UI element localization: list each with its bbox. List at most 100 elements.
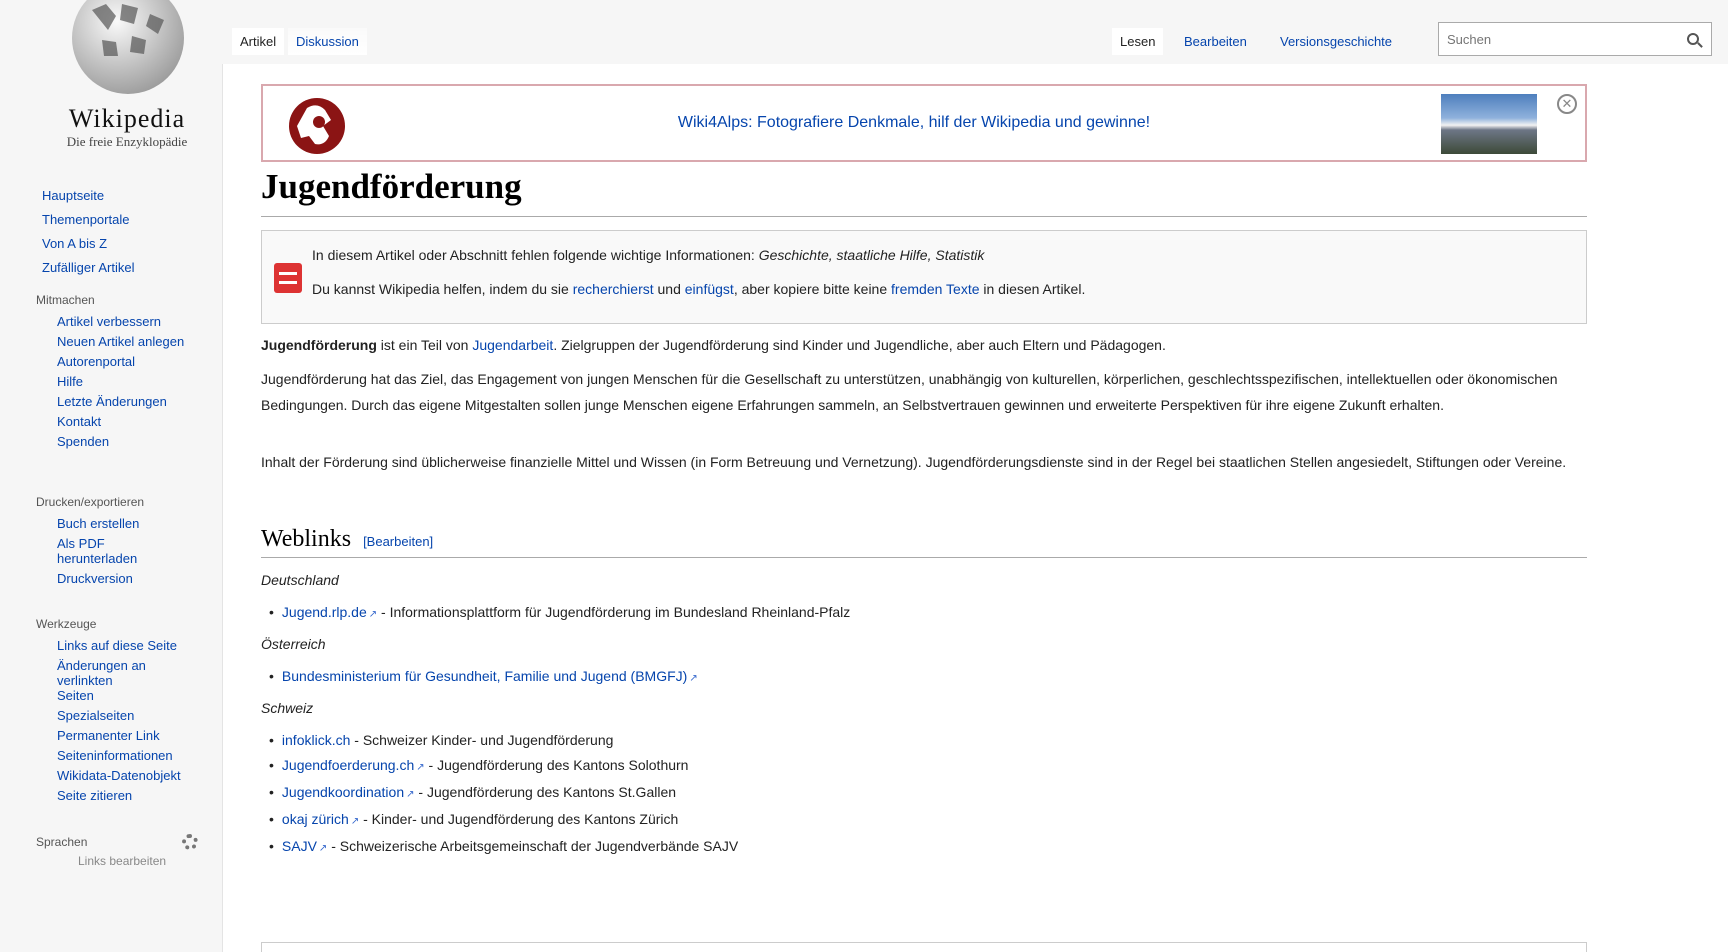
notice-text: In diesem Artikel oder Abschnitt fehlen … <box>312 247 759 263</box>
external-link-icon: ↗ <box>689 673 698 684</box>
page-header: Artikel Diskussion Lesen Bearbeiten Vers… <box>222 14 1728 64</box>
nav-item-druckversion[interactable]: Druckversion <box>12 571 222 586</box>
para-text: . Zielgruppen der Jugendförderung sind K… <box>553 337 1166 353</box>
gear-icon[interactable] <box>182 834 198 850</box>
links-bearbeiten-link[interactable]: Links bearbeiten <box>12 852 222 870</box>
nav-item-kontakt[interactable]: Kontakt <box>12 414 222 429</box>
weblink-desc: - Jugendförderung des Kantons St.Gallen <box>414 784 677 800</box>
fremden-texte-link[interactable]: fremden Texte <box>891 281 979 297</box>
intro-paragraph: Jugendförderung ist ein Teil von Jugenda… <box>261 332 1587 358</box>
search-input[interactable] <box>1439 24 1687 54</box>
nav-item-hauptseite[interactable]: Hauptseite <box>12 184 222 208</box>
nav-item-wikidata[interactable]: Wikidata-Datenobjekt <box>12 768 222 783</box>
weblink-desc: - Informationsplattform für Jugendförder… <box>377 604 851 620</box>
nav-item-permanenter-link[interactable]: Permanenter Link <box>12 728 222 743</box>
weblink[interactable]: infoklick.ch <box>282 732 350 748</box>
weblink[interactable]: Jugendfoerderung.ch <box>282 757 414 773</box>
list-item: okaj zürich↗ - Kinder- und Jugendförderu… <box>269 807 738 834</box>
campaign-banner: Wiki4Alps: Fotografiere Denkmale, hilf d… <box>261 84 1587 162</box>
close-icon[interactable]: ✕ <box>1557 94 1577 114</box>
notice-text: in diesen Artikel. <box>979 281 1086 297</box>
nav-drucken: Drucken/exportieren Buch erstellen Als P… <box>12 492 222 591</box>
weblinks-title: Weblinks <box>261 526 352 552</box>
nav-item-artikel-verbessern[interactable]: Artikel verbessern <box>12 314 222 329</box>
nav-item-pdf-herunterladen[interactable]: Als PDF herunterladen <box>12 536 137 566</box>
weblinks-edit-link[interactable]: [Bearbeiten] <box>363 534 433 549</box>
nav-werkzeuge: Werkzeuge Links auf diese Seite Änderung… <box>12 614 222 808</box>
wikipedia-globe-logo[interactable] <box>62 0 192 96</box>
search-icon[interactable] <box>1687 33 1699 45</box>
banner-mountain-photo <box>1441 94 1537 154</box>
wikipedia-tagline: Die freie Enzyklopädie <box>66 134 188 149</box>
banner-text[interactable]: Wiki4Alps: Fotografiere Denkmale, hilf d… <box>383 114 1445 132</box>
einfuegst-link[interactable]: einfügst <box>685 281 734 297</box>
weblink[interactable]: Jugendkoordination <box>282 784 404 800</box>
nav-item-spenden[interactable]: Spenden <box>12 434 222 449</box>
notice-icon <box>274 263 302 293</box>
country-deutschland: Deutschland <box>261 572 339 588</box>
weblink[interactable]: Jugend.rlp.de <box>282 604 367 620</box>
weblink-desc: - Jugendförderung des Kantons Solothurn <box>424 757 689 773</box>
nav-item-neuen-artikel[interactable]: Neuen Artikel anlegen <box>12 334 222 349</box>
notice-line-2: Du kannst Wikipedia helfen, indem du sie… <box>312 281 1085 297</box>
weblink-desc: - Kinder- und Jugendförderung des Kanton… <box>359 811 679 827</box>
country-schweiz: Schweiz <box>261 700 314 716</box>
external-link-icon: ↗ <box>406 789 415 800</box>
list-item: Jugend.rlp.de↗ - Informationsplattform f… <box>269 600 850 627</box>
wikipedia-wordmark: Wikipedia <box>68 104 186 133</box>
external-link-icon: ↗ <box>416 762 425 773</box>
weblink[interactable]: SAJV <box>282 838 317 854</box>
list-item: SAJV↗ - Schweizerische Arbeitsgemeinscha… <box>269 834 738 861</box>
nav-item-themenportale[interactable]: Themenportale <box>12 208 222 232</box>
list-item: Jugendfoerderung.ch↗ - Jugendförderung d… <box>269 753 738 780</box>
tab-diskussion[interactable]: Diskussion <box>288 28 367 55</box>
goal-paragraph: Jugendförderung hat das Ziel, das Engage… <box>261 371 1558 413</box>
country-oesterreich: Österreich <box>261 636 326 652</box>
recherchierst-link[interactable]: recherchierst <box>573 281 654 297</box>
weblinks-deutschland: Jugend.rlp.de↗ - Informationsplattform f… <box>269 600 850 627</box>
nav-item-seite-zitieren[interactable]: Seite zitieren <box>12 788 222 803</box>
external-link-icon: ↗ <box>350 816 360 827</box>
nav-heading-werkzeuge: Werkzeuge <box>36 617 97 631</box>
list-item: Jugendkoordination↗ - Jugendförderung de… <box>269 780 738 807</box>
nav-heading-sprachen: Sprachen <box>36 835 88 849</box>
search-box <box>1438 22 1712 56</box>
nav-item-autorenportal[interactable]: Autorenportal <box>12 354 222 369</box>
nav-item-links-auf-seite[interactable]: Links auf diese Seite <box>12 638 222 653</box>
sidebar: Wikipedia Die freie Enzyklopädie Hauptse… <box>12 0 222 952</box>
weblinks-heading: Weblinks [Bearbeiten] <box>261 526 1587 558</box>
tab-versionsgeschichte[interactable]: Versionsgeschichte <box>1272 28 1400 55</box>
nav-item-verlinkte-aenderungen[interactable]: Änderungen an verlinkten Seiten <box>12 658 152 703</box>
notice-topics: Geschichte, staatliche Hilfe, Statistik <box>758 247 985 263</box>
list-item: infoklick.ch - Schweizer Kinder- und Jug… <box>269 728 738 753</box>
weblink-desc: - Schweizer Kinder- und Jugendförderung <box>350 732 614 748</box>
nav-item-buch-erstellen[interactable]: Buch erstellen <box>12 516 222 531</box>
notice-line-1: In diesem Artikel oder Abschnitt fehlen … <box>312 247 984 263</box>
sprachen-row: Sprachen <box>12 832 222 852</box>
nav-item-von-a-bis-z[interactable]: Von A bis Z <box>12 232 222 256</box>
content-area: Wiki4Alps: Fotografiere Denkmale, hilf d… <box>222 64 1728 952</box>
jugendarbeit-link[interactable]: Jugendarbeit <box>472 337 553 353</box>
weblinks-oesterreich: Bundesministerium für Gesundheit, Famili… <box>269 664 698 691</box>
tab-artikel[interactable]: Artikel <box>232 28 285 55</box>
weblink[interactable]: Bundesministerium für Gesundheit, Famili… <box>282 668 687 684</box>
missing-info-notice: In diesem Artikel oder Abschnitt fehlen … <box>261 230 1587 324</box>
nav-item-zufaelliger-artikel[interactable]: Zufälliger Artikel <box>12 256 222 280</box>
lemma-bold: Jugendförderung <box>261 337 377 353</box>
tab-lesen[interactable]: Lesen <box>1112 28 1164 55</box>
list-item: Bundesministerium für Gesundheit, Famili… <box>269 664 698 691</box>
content-paragraph: Inhalt der Förderung sind üblicherweise … <box>261 454 1567 470</box>
weblink[interactable]: okaj zürich <box>282 811 349 827</box>
nav-sprachen: Sprachen Links bearbeiten <box>12 832 222 870</box>
nav-mitmachen: Mitmachen Artikel verbessern Neuen Artik… <box>12 290 222 454</box>
nav-item-hilfe[interactable]: Hilfe <box>12 374 222 389</box>
external-link-icon: ↗ <box>368 609 378 620</box>
nav-item-seiteninformationen[interactable]: Seiteninformationen <box>12 748 222 763</box>
tab-bearbeiten[interactable]: Bearbeiten <box>1176 28 1255 55</box>
nav-item-spezialseiten[interactable]: Spezialseiten <box>12 708 222 723</box>
notice-text: , aber kopiere bitte keine <box>733 281 892 297</box>
wiki4alps-logo-icon <box>289 98 345 154</box>
weblinks-schweiz: infoklick.ch - Schweizer Kinder- und Jug… <box>269 728 738 861</box>
navigation-box <box>261 942 1587 952</box>
nav-item-letzte-aenderungen[interactable]: Letzte Änderungen <box>12 394 222 409</box>
